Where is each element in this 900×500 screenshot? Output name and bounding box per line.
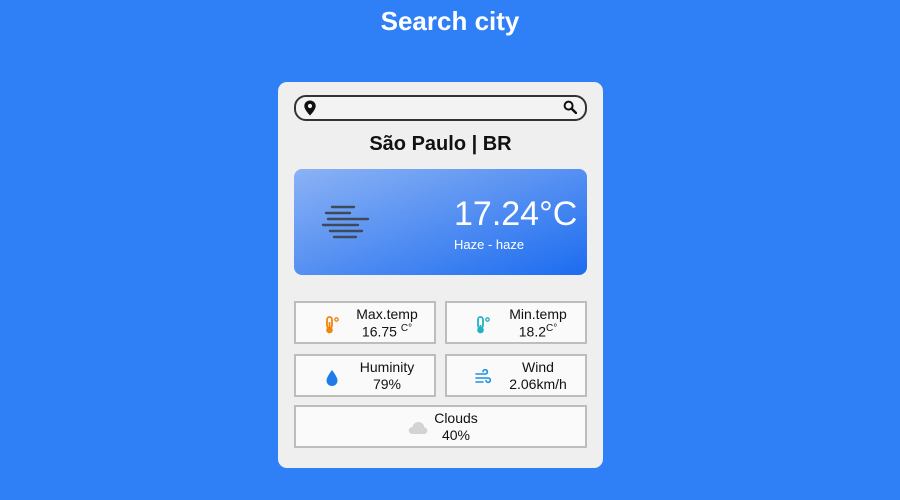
max-temp-unit: C°: [400, 323, 413, 334]
current-weather-panel: 17.24°C Haze - haze: [294, 169, 587, 275]
temperature-readout: 17.24°C: [454, 195, 577, 234]
city-name: São Paulo | BR: [369, 133, 512, 155]
weather-card: São Paulo | BR 17.24°C Haze - haze Max.t…: [278, 82, 603, 468]
max-temp-value: 16.75: [361, 323, 401, 340]
min-temp-value-line: 18.2C°: [491, 323, 585, 340]
search-icon[interactable]: [563, 100, 577, 114]
clouds-tile: Clouds 40%: [294, 405, 587, 448]
humidity-tile: Huminity 79%: [294, 354, 436, 397]
max-temp-value-line: 16.75 C°: [340, 323, 434, 340]
thermometer-hot-icon: [326, 316, 339, 334]
min-temp-tile: Min.temp 18.2C°: [445, 301, 587, 344]
search-input[interactable]: [322, 99, 558, 117]
clouds-value: 40%: [441, 427, 471, 443]
temperature-unit: °C: [539, 195, 578, 233]
search-bar: [294, 95, 587, 121]
weather-description: Haze - haze: [454, 237, 525, 252]
location-pin-icon[interactable]: [303, 100, 317, 116]
thermometer-cold-icon: [477, 316, 490, 334]
temperature-value: 17.24: [454, 195, 540, 233]
haze-icon: [321, 205, 370, 239]
max-temp-label: Max.temp: [356, 306, 418, 322]
humidity-value: 79%: [372, 376, 402, 392]
wind-value: 2.06km/h: [509, 376, 567, 392]
max-temp-tile: Max.temp 16.75 C°: [294, 301, 436, 344]
page-title: Search city: [380, 6, 520, 36]
wind-icon: [475, 369, 491, 384]
water-drop-icon: [326, 370, 338, 386]
min-temp-unit: C°: [546, 323, 558, 334]
humidity-label: Huminity: [359, 359, 415, 375]
wind-tile: Wind 2.06km/h: [445, 354, 587, 397]
min-temp-value: 18.2: [518, 323, 546, 340]
wind-label: Wind: [522, 359, 554, 375]
min-temp-label: Min.temp: [509, 306, 567, 322]
clouds-label: Clouds: [434, 410, 478, 426]
